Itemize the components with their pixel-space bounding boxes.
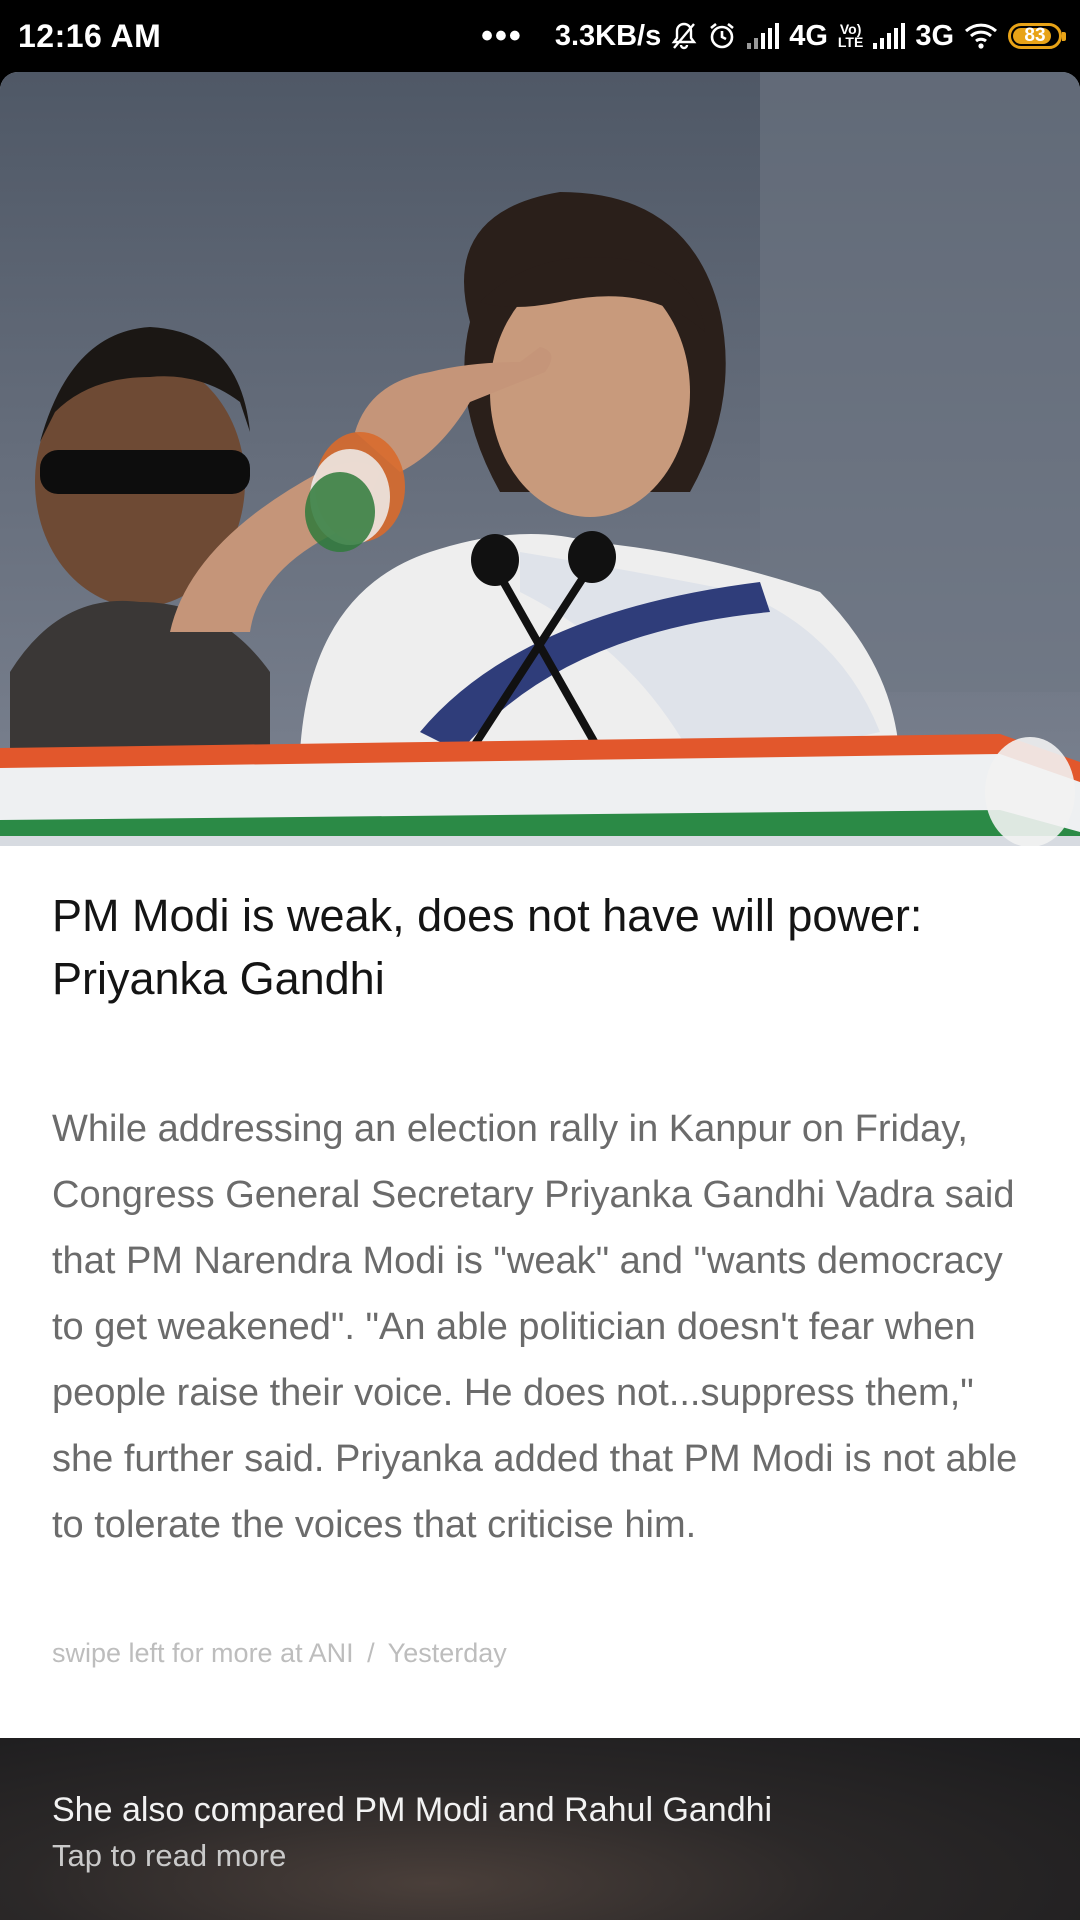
status-time: 12:16 AM <box>18 17 162 54</box>
signal-strength-1-icon <box>747 23 780 49</box>
news-card[interactable]: PM Modi is weak, does not have will powe… <box>0 72 1080 1738</box>
alarm-icon <box>707 21 737 51</box>
battery-icon: 83 <box>1008 23 1066 49</box>
battery-level: 83 <box>1024 25 1046 46</box>
article-source-line[interactable]: swipe left for more at ANI / Yesterday <box>52 1638 507 1669</box>
article-headline: PM Modi is weak, does not have will powe… <box>52 890 923 1004</box>
more-notifications-icon: ••• <box>481 17 523 55</box>
article-time: Yesterday <box>387 1638 507 1668</box>
signal-strength-2-icon <box>873 23 906 49</box>
swipe-hint: swipe left for more at <box>52 1638 303 1668</box>
network-type-3g: 3G <box>915 19 954 52</box>
network-speed: 3.3KB/s <box>554 19 662 52</box>
volte-icon: Vo) LTE <box>837 21 864 50</box>
status-bar: 12:16 AM ••• 3.3KB/s 4G Vo) LTE 3G 83 <box>0 0 1080 72</box>
bell-muted-icon <box>671 21 697 51</box>
tap-to-read-more: Tap to read more <box>52 1838 287 1873</box>
status-icons: ••• 3.3KB/s 4G Vo) LTE 3G 83 <box>481 17 1066 55</box>
footer-title: She also compared PM Modi and Rahul Gand… <box>52 1791 773 1829</box>
article-photo-illustration <box>0 72 1080 846</box>
network-type-4g: 4G <box>789 19 828 52</box>
article-image <box>0 72 1080 846</box>
wifi-icon <box>964 22 998 50</box>
read-more-footer[interactable]: She also compared PM Modi and Rahul Gand… <box>0 1738 1080 1920</box>
article-body: While addressing an election rally in Ka… <box>52 1108 1018 1546</box>
source-name[interactable]: ANI <box>309 1638 354 1668</box>
source-separator: / <box>367 1638 375 1668</box>
